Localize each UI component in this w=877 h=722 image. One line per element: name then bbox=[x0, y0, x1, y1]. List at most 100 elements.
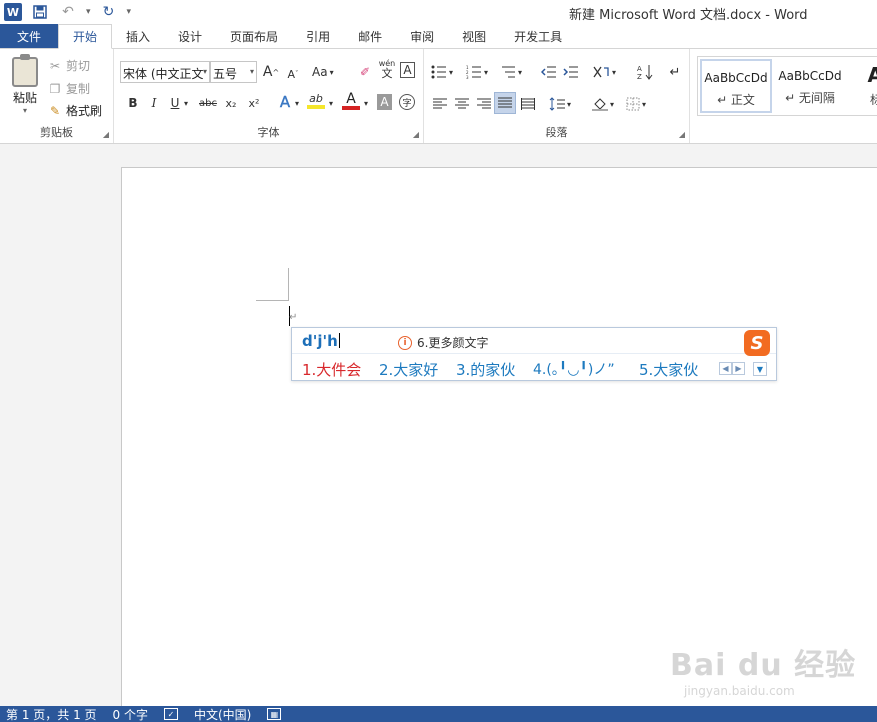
baidu-watermark: Bai du 经验 jingyan.baidu.com bbox=[670, 640, 856, 698]
undo-dropdown-icon[interactable]: ▾ bbox=[86, 7, 91, 17]
tab-file[interactable]: 文件 bbox=[0, 24, 58, 48]
watermark-logo-text: Bai du 经验 bbox=[670, 648, 857, 683]
borders-button[interactable]: ▾ bbox=[626, 94, 646, 114]
shrink-font-button[interactable]: Aˇ bbox=[284, 64, 302, 84]
sogou-logo-icon[interactable]: S bbox=[744, 330, 770, 356]
ribbon-tabs: 文件 开始 插入 设计 页面布局 引用 邮件 审阅 视图 开发工具 bbox=[0, 24, 877, 49]
align-right-icon[interactable] bbox=[475, 94, 493, 114]
language-indicator[interactable]: 中文(中国) bbox=[194, 706, 251, 722]
macro-record-icon[interactable]: ▦ bbox=[267, 708, 282, 720]
status-bar: 第 1 页，共 1 页 0 个字 ✓ 中文(中国) ▦ bbox=[0, 706, 877, 722]
bullets-button[interactable]: ▾ bbox=[431, 62, 453, 82]
style-sample: AaBbCcDd bbox=[704, 71, 768, 85]
highlight-dropdown-icon[interactable]: ▾ bbox=[327, 93, 335, 113]
enclose-characters-button[interactable]: 字 bbox=[399, 94, 415, 110]
tab-review[interactable]: 审阅 bbox=[396, 24, 448, 48]
character-border-button[interactable]: A bbox=[400, 62, 415, 78]
italic-button[interactable]: I bbox=[145, 93, 163, 113]
customize-qat-icon[interactable]: ▾ bbox=[127, 7, 132, 17]
document-page[interactable] bbox=[121, 167, 877, 706]
ime-candidate[interactable]: 2.大家好 bbox=[379, 359, 438, 380]
tab-insert[interactable]: 插入 bbox=[112, 24, 164, 48]
highlight-button[interactable]: ab bbox=[307, 91, 325, 109]
scissors-icon: ✂ bbox=[49, 58, 61, 73]
multilevel-list-icon bbox=[502, 66, 515, 78]
previous-page-icon[interactable]: ◀ bbox=[719, 362, 732, 375]
style-name: ↵ 正文 bbox=[717, 93, 755, 107]
tab-design[interactable]: 设计 bbox=[164, 24, 216, 48]
style-name: 标题 bbox=[869, 93, 877, 107]
bullets-icon bbox=[431, 65, 446, 79]
font-launcher-icon[interactable]: ◢ bbox=[413, 130, 419, 139]
font-size-select[interactable]: 五号 ▾ bbox=[210, 61, 257, 83]
chinese-layout-button[interactable]: ▾ bbox=[592, 62, 616, 82]
ime-candidate-window: d'j'h i 6.更多颜文字 S 1.大件会 2.大家好 3.的家伙 4.(｡… bbox=[291, 327, 777, 381]
subscript-button[interactable]: x₂ bbox=[222, 93, 240, 113]
paragraph-shading-button[interactable]: ▾ bbox=[592, 94, 614, 114]
paragraph-launcher-icon[interactable]: ◢ bbox=[679, 130, 685, 139]
tab-page-layout[interactable]: 页面布局 bbox=[216, 24, 292, 48]
ime-candidate[interactable]: 5.大家伙 bbox=[639, 359, 698, 380]
copy-button[interactable]: ❐ 复制 bbox=[48, 80, 90, 97]
format-painter-button[interactable]: ✎ 格式刷 bbox=[48, 102, 102, 119]
word-app-icon[interactable]: W bbox=[4, 3, 22, 21]
align-left-icon[interactable] bbox=[431, 94, 449, 114]
next-page-icon[interactable]: ▶ bbox=[732, 362, 745, 375]
cut-button[interactable]: ✂ 剪切 bbox=[48, 57, 90, 74]
character-shading-button[interactable]: A bbox=[377, 94, 392, 110]
paste-dropdown-icon[interactable]: ▾ bbox=[8, 106, 42, 115]
change-case-button[interactable]: Aa ▾ bbox=[312, 62, 334, 82]
ime-candidate[interactable]: 4.(｡╹◡╹)ノ” bbox=[533, 359, 615, 379]
tab-home[interactable]: 开始 bbox=[58, 24, 113, 49]
distributed-icon[interactable] bbox=[519, 94, 537, 114]
bold-button[interactable]: B bbox=[124, 93, 142, 113]
line-spacing-button[interactable]: ▾ bbox=[549, 94, 571, 114]
show-hide-marks-icon[interactable]: ↵ bbox=[666, 62, 684, 82]
superscript-button[interactable]: x² bbox=[245, 93, 263, 113]
style-heading[interactable]: Aa 标题 bbox=[846, 59, 877, 113]
quick-access-toolbar: W ↶ ▾ ↻ ▾ bbox=[4, 2, 131, 22]
ime-candidate[interactable]: 3.的家伙 bbox=[456, 359, 515, 380]
justify-icon[interactable] bbox=[494, 92, 516, 114]
tab-references[interactable]: 引用 bbox=[292, 24, 344, 48]
ime-candidate[interactable]: 1.大件会 bbox=[302, 359, 361, 380]
tab-developer[interactable]: 开发工具 bbox=[500, 24, 576, 48]
word-count[interactable]: 0 个字 bbox=[113, 706, 148, 722]
svg-text:3: 3 bbox=[466, 75, 469, 79]
increase-indent-icon[interactable] bbox=[562, 62, 580, 82]
align-center-icon[interactable] bbox=[453, 94, 471, 114]
numbering-button[interactable]: 123 ▾ bbox=[466, 62, 488, 82]
font-name-select[interactable]: 宋体 (中文正文 ▾ bbox=[120, 61, 210, 83]
font-color-button[interactable]: A bbox=[342, 91, 360, 110]
text-effects-button[interactable]: A bbox=[276, 92, 294, 112]
window-title: 新建 Microsoft Word 文档.docx - Word bbox=[569, 8, 808, 23]
clipboard-launcher-icon[interactable]: ◢ bbox=[103, 130, 109, 139]
sort-icon[interactable]: AZ bbox=[636, 62, 654, 82]
chevron-down-icon: ▾ bbox=[249, 67, 254, 76]
tab-view[interactable]: 视图 bbox=[448, 24, 500, 48]
text-effects-dropdown-icon[interactable]: ▾ bbox=[293, 93, 301, 113]
undo-icon[interactable]: ↶ bbox=[58, 2, 78, 22]
strikethrough-button[interactable]: abc bbox=[199, 93, 217, 113]
grow-font-button[interactable]: A ^ bbox=[262, 62, 280, 82]
grow-font-icon: A bbox=[262, 64, 273, 80]
expand-candidates-icon[interactable]: ▼ bbox=[753, 362, 767, 376]
font-color-dropdown-icon[interactable]: ▾ bbox=[362, 93, 370, 113]
clear-formatting-icon[interactable]: ✐ bbox=[356, 62, 374, 82]
ime-more-emoticons[interactable]: i 6.更多颜文字 bbox=[398, 334, 488, 351]
save-icon[interactable] bbox=[30, 2, 50, 22]
underline-dropdown-icon[interactable]: ▾ bbox=[182, 93, 190, 113]
proofing-icon[interactable]: ✓ bbox=[163, 708, 178, 720]
multilevel-list-button[interactable]: ▾ bbox=[500, 62, 522, 82]
paste-button[interactable]: 粘贴 ▾ bbox=[8, 54, 42, 115]
page-count[interactable]: 第 1 页，共 1 页 bbox=[6, 706, 97, 722]
clipboard-group-label: 剪贴板 bbox=[40, 126, 73, 139]
phonetic-guide-button[interactable]: wén 文 bbox=[378, 59, 396, 79]
phonetic-guide-bottom: 文 bbox=[381, 67, 393, 80]
font-size-value: 五号 bbox=[213, 67, 238, 81]
style-normal[interactable]: AaBbCcDd ↵ 正文 bbox=[700, 59, 772, 113]
tab-mailings[interactable]: 邮件 bbox=[344, 24, 396, 48]
style-no-spacing[interactable]: AaBbCcDd ↵ 无间隔 bbox=[774, 59, 846, 113]
redo-icon[interactable]: ↻ bbox=[99, 2, 119, 22]
decrease-indent-icon[interactable] bbox=[540, 62, 558, 82]
